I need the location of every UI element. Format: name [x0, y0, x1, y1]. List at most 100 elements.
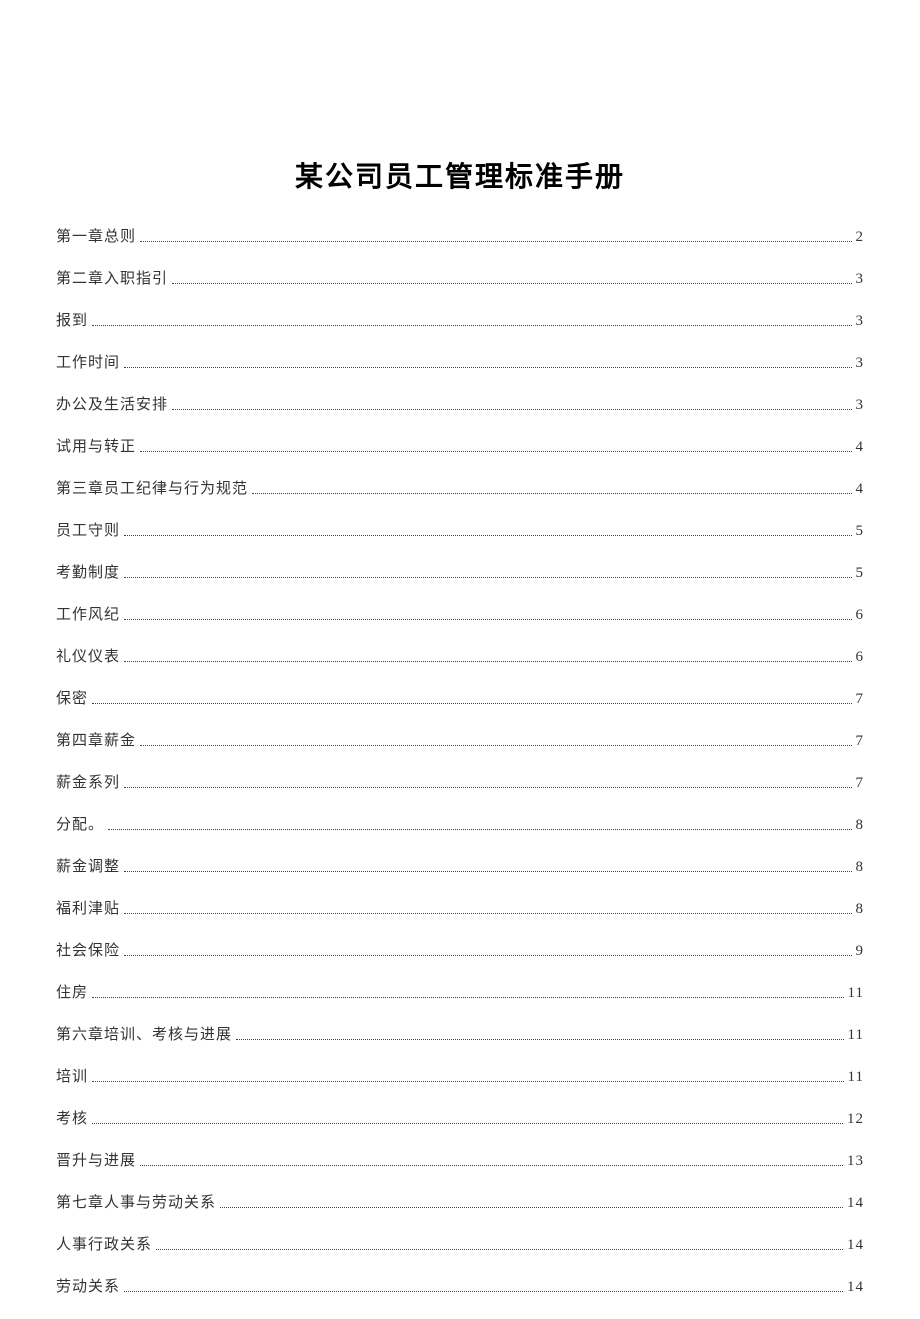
toc-entry-label: 培训	[56, 1067, 88, 1088]
toc-entry-page: 3	[856, 353, 865, 374]
toc-entry-page: 6	[856, 647, 865, 668]
toc-entry: 福利津贴 8	[56, 899, 864, 920]
toc-entry-label: 劳动关系	[56, 1277, 120, 1298]
toc-leader-dots	[140, 451, 851, 452]
toc-entry: 薪金系列 7	[56, 773, 864, 794]
toc-leader-dots	[124, 1291, 843, 1292]
toc-leader-dots	[92, 325, 851, 326]
toc-leader-dots	[172, 409, 851, 410]
toc-leader-dots	[124, 871, 851, 872]
toc-entry-page: 2	[856, 227, 865, 248]
toc-leader-dots	[124, 913, 851, 914]
toc-entry: 第四章薪金 7	[56, 731, 864, 752]
toc-entry-page: 8	[856, 899, 865, 920]
toc-entry-page: 8	[856, 857, 865, 878]
toc-entry-page: 8	[856, 815, 865, 836]
toc-leader-dots	[124, 577, 851, 578]
toc-entry: 培训11	[56, 1067, 864, 1088]
toc-leader-dots	[220, 1207, 843, 1208]
toc-entry-label: 分配。	[56, 815, 104, 836]
toc-entry-label: 员工守则	[56, 521, 120, 542]
document-title: 某公司员工管理标准手册	[56, 155, 864, 195]
toc-entry-label: 第六章培训、考核与进展	[56, 1025, 232, 1046]
toc-entry-page: 4	[856, 479, 865, 500]
toc-leader-dots	[108, 829, 851, 830]
toc-entry: 第二章入职指引3	[56, 269, 864, 290]
toc-entry-label: 第四章薪金	[56, 731, 136, 752]
toc-entry-page: 7	[856, 731, 865, 752]
toc-entry-page: 9	[856, 941, 865, 962]
toc-entry-label: 礼仪仪表	[56, 647, 120, 668]
toc-leader-dots	[92, 703, 851, 704]
toc-entry-label: 第一章总则	[56, 227, 136, 248]
toc-entry-page: 13	[847, 1151, 864, 1172]
toc-entry-page: 3	[856, 269, 865, 290]
toc-leader-dots	[92, 997, 844, 998]
toc-entry: 第一章总则 2	[56, 227, 864, 248]
toc-entry-page: 3	[856, 395, 865, 416]
toc-entry: 礼仪仪表 6	[56, 647, 864, 668]
toc-entry-label: 第三章员工纪律与行为规范	[56, 479, 248, 500]
toc-entry-page: 14	[847, 1235, 864, 1256]
toc-entry: 社会保险 9	[56, 941, 864, 962]
toc-leader-dots	[124, 955, 851, 956]
toc-leader-dots	[92, 1081, 844, 1082]
toc-leader-dots	[172, 283, 851, 284]
toc-entry-page: 11	[848, 1025, 864, 1046]
toc-entry-label: 薪金系列	[56, 773, 120, 794]
toc-entry-page: 11	[848, 983, 864, 1004]
toc-leader-dots	[124, 661, 851, 662]
toc-entry-label: 考核	[56, 1109, 88, 1130]
toc-leader-dots	[252, 493, 851, 494]
toc-leader-dots	[124, 367, 851, 368]
toc-entry-label: 晋升与进展	[56, 1151, 136, 1172]
toc-entry: 考核 12	[56, 1109, 864, 1130]
toc-entry-label: 工作风纪	[56, 605, 120, 626]
toc-leader-dots	[124, 535, 851, 536]
toc-entry-label: 薪金调整	[56, 857, 120, 878]
toc-entry-label: 第七章人事与劳动关系	[56, 1193, 216, 1214]
toc-entry-page: 6	[856, 605, 865, 626]
toc-entry: 工作时间 3	[56, 353, 864, 374]
toc-entry-label: 福利津贴	[56, 899, 120, 920]
toc-leader-dots	[140, 241, 851, 242]
toc-leader-dots	[156, 1249, 843, 1250]
toc-entry-page: 14	[847, 1193, 864, 1214]
toc-entry-label: 住房	[56, 983, 88, 1004]
toc-leader-dots	[92, 1123, 843, 1124]
toc-entry-label: 考勤制度	[56, 563, 120, 584]
toc-entry-label: 办公及生活安排	[56, 395, 168, 416]
toc-entry-page: 12	[847, 1109, 864, 1130]
toc-entry-label: 人事行政关系	[56, 1235, 152, 1256]
toc-entry: 报到 3	[56, 311, 864, 332]
toc-entry: 第三章员工纪律与行为规范 4	[56, 479, 864, 500]
toc-entry: 第六章培训、考核与进展 11	[56, 1025, 864, 1046]
toc-entry-label: 试用与转正	[56, 437, 136, 458]
table-of-contents: 第一章总则2第二章入职指引3报到3工作时间3办公及生活安排3试用与转正4第三章员…	[56, 227, 864, 1319]
toc-entry-page: 4	[856, 437, 865, 458]
toc-entry-label: 工作时间	[56, 353, 120, 374]
toc-entry: 劳动关系 14	[56, 1277, 864, 1298]
toc-entry: 试用与转正 4	[56, 437, 864, 458]
toc-leader-dots	[140, 1165, 843, 1166]
toc-leader-dots	[124, 787, 851, 788]
toc-entry: 考勤制度5	[56, 563, 864, 584]
toc-entry-page: 14	[847, 1277, 864, 1298]
toc-entry-page: 3	[856, 311, 865, 332]
toc-entry: 保密7	[56, 689, 864, 710]
toc-entry: 薪金调整 8	[56, 857, 864, 878]
toc-entry: 分配。 8	[56, 815, 864, 836]
toc-entry: 工作风纪 6	[56, 605, 864, 626]
toc-entry: 晋升与进展 13	[56, 1151, 864, 1172]
toc-entry-page: 7	[856, 773, 865, 794]
toc-entry-page: 5	[856, 521, 865, 542]
toc-entry-label: 社会保险	[56, 941, 120, 962]
toc-entry-label: 报到	[56, 311, 88, 332]
toc-entry-page: 7	[856, 689, 865, 710]
toc-leader-dots	[124, 619, 851, 620]
toc-leader-dots	[236, 1039, 844, 1040]
toc-entry: 人事行政关系 14	[56, 1235, 864, 1256]
toc-entry: 住房 11	[56, 983, 864, 1004]
toc-entry: 办公及生活安排 3	[56, 395, 864, 416]
toc-leader-dots	[140, 745, 851, 746]
